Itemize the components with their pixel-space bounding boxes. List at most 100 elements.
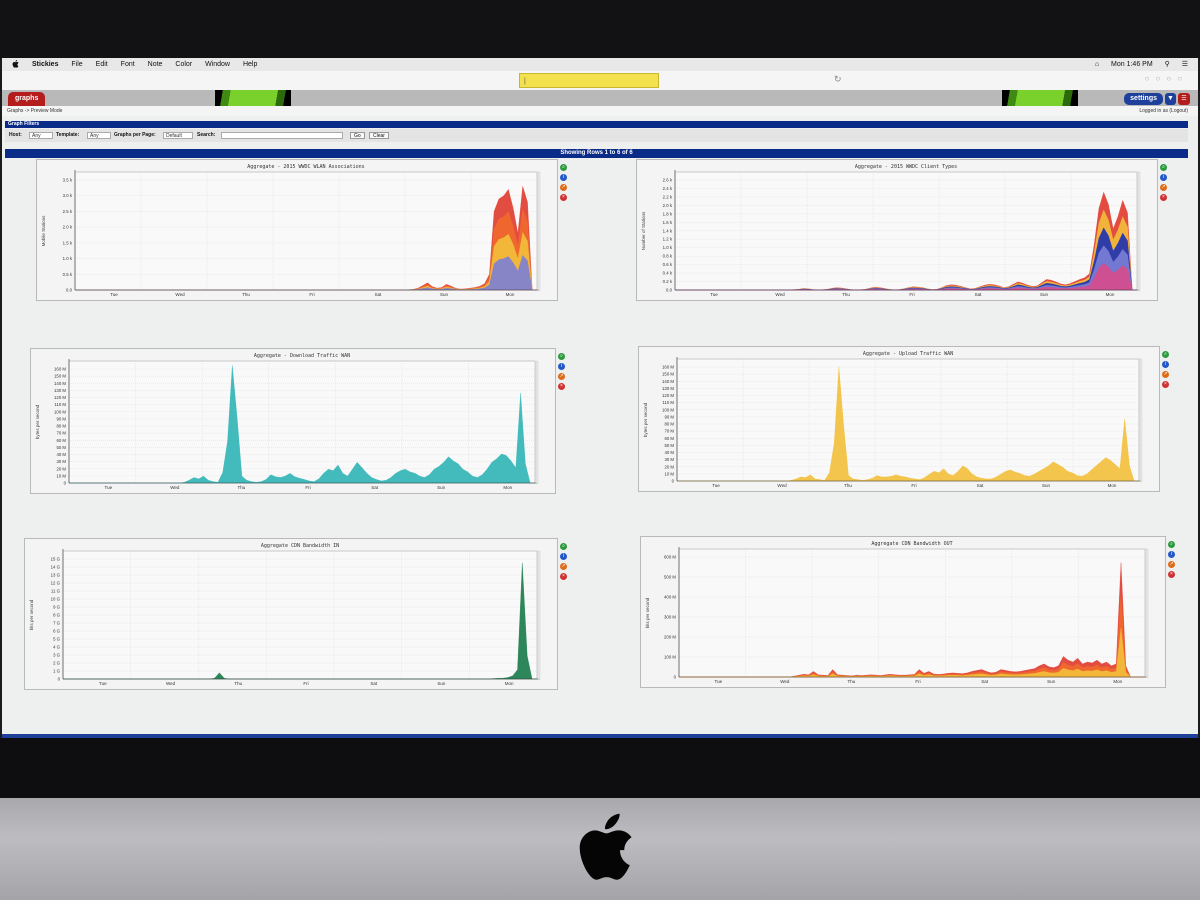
- zoom-icon[interactable]: ⌕: [558, 353, 565, 360]
- tab-graphs[interactable]: graphs: [8, 92, 46, 106]
- clear-button[interactable]: Clear: [369, 132, 389, 139]
- browser-toolbar: | ↻ ○○○○: [2, 71, 1198, 91]
- menu-bar: Stickies File Edit Font Note Color Windo…: [2, 58, 1198, 72]
- csv-export-icon[interactable]: ↗: [1162, 371, 1169, 378]
- chart-title: Aggregate CDN Bandwidth IN: [261, 543, 339, 549]
- template-select[interactable]: Any: [87, 132, 111, 139]
- menu-help[interactable]: Help: [243, 58, 257, 71]
- y-tick-label: 10 G: [51, 597, 61, 602]
- zoom-icon[interactable]: ⌕: [1168, 541, 1175, 548]
- x-tick-label: Wed: [775, 292, 785, 297]
- y-tick-label: 2.0 k: [663, 203, 673, 208]
- spotlight-icon[interactable]: ⚲: [1165, 61, 1170, 68]
- zoom-icon[interactable]: ⌕: [1162, 351, 1169, 358]
- chart-ylabel: Mobile Stations: [41, 215, 46, 247]
- graph-panel-download-traffic[interactable]: Aggregate - Download Traffic WAN bytes pe…: [30, 348, 565, 494]
- y-tick-label: 7 G: [53, 621, 61, 626]
- x-tick-label: Thu: [844, 483, 852, 488]
- chart-svg: Aggregate - Download Traffic WAN bytes pe…: [35, 353, 539, 490]
- menu-app-name[interactable]: Stickies: [32, 58, 58, 71]
- sticky-note[interactable]: |: [519, 73, 659, 88]
- y-tick-label: 0: [672, 479, 675, 484]
- chart-title: Aggregate CDN Bandwidth OUT: [871, 541, 952, 547]
- info-icon[interactable]: i: [1162, 361, 1169, 368]
- x-tick-label: Mon: [503, 485, 512, 490]
- y-tick-label: 30 M: [56, 459, 66, 464]
- search-input[interactable]: [221, 132, 343, 139]
- graph-panel-cdn-bandwidth-out[interactable]: Aggregate CDN Bandwidth OUT bits per seco…: [640, 536, 1175, 688]
- wifi-icon[interactable]: ⌂: [1095, 61, 1099, 68]
- breadcrumb[interactable]: Graphs -> Preview Mode: [7, 106, 62, 116]
- graph-filters-title: Graph Filters: [5, 121, 1188, 128]
- list-view-icon[interactable]: ☰: [1178, 93, 1190, 105]
- y-tick-label: 0.0: [66, 288, 73, 293]
- zoom-icon[interactable]: ⌕: [560, 164, 567, 171]
- y-tick-label: 130 M: [54, 388, 66, 393]
- graph-panel-wlan-associations[interactable]: Aggregate - 2015 WWDC WLAN Associations M…: [36, 159, 567, 301]
- remove-icon[interactable]: ×: [1162, 381, 1169, 388]
- x-tick-label: Sat: [975, 292, 983, 297]
- info-icon[interactable]: i: [1160, 174, 1167, 181]
- csv-export-icon[interactable]: ↗: [1160, 184, 1167, 191]
- csv-export-icon[interactable]: ↗: [1168, 561, 1175, 568]
- settings-button[interactable]: settings: [1124, 93, 1163, 105]
- remove-icon[interactable]: ×: [558, 383, 565, 390]
- menu-color[interactable]: Color: [175, 58, 192, 71]
- chart-title: Aggregate - 2015 WWDC WLAN Associations: [247, 164, 364, 170]
- monitor-bezel-top: [0, 0, 1200, 58]
- remove-icon[interactable]: ×: [1160, 194, 1167, 201]
- menu-edit[interactable]: Edit: [96, 58, 108, 71]
- csv-export-icon[interactable]: ↗: [560, 184, 567, 191]
- y-tick-label: 80 M: [56, 424, 66, 429]
- host-select[interactable]: Any: [29, 132, 53, 139]
- zoom-icon[interactable]: ⌕: [560, 543, 567, 550]
- reload-icon[interactable]: ↻: [834, 74, 842, 85]
- y-tick-label: 60 M: [56, 438, 66, 443]
- x-tick-label: Wed: [777, 483, 787, 488]
- x-tick-label: Sun: [1042, 483, 1051, 488]
- remove-icon[interactable]: ×: [560, 194, 567, 201]
- go-button[interactable]: Go: [350, 132, 365, 139]
- y-tick-label: 1.8 k: [663, 211, 673, 216]
- y-tick-label: 3 G: [53, 653, 61, 658]
- info-icon[interactable]: i: [560, 553, 567, 560]
- menu-file[interactable]: File: [71, 58, 82, 71]
- remove-icon[interactable]: ×: [1168, 571, 1175, 578]
- x-tick-label: Tue: [714, 679, 722, 684]
- x-tick-label: Thu: [234, 681, 242, 686]
- toolbar-icons[interactable]: ○○○○: [1145, 74, 1188, 83]
- login-status[interactable]: Logged in as (Logout): [1139, 106, 1188, 116]
- graph-panel-cdn-bandwidth-in[interactable]: Aggregate CDN Bandwidth IN bits per secon…: [24, 538, 567, 690]
- graph-panel-upload-traffic[interactable]: Aggregate - Upload Traffic WAN bytes per …: [638, 346, 1169, 492]
- tree-view-icon[interactable]: ▼: [1165, 93, 1176, 105]
- y-tick-label: 40 M: [664, 450, 674, 455]
- y-tick-label: 80 M: [664, 422, 674, 427]
- x-tick-label: Sat: [981, 679, 989, 684]
- x-tick-label: Thu: [842, 292, 850, 297]
- y-tick-label: 5 G: [53, 637, 61, 642]
- zoom-icon[interactable]: ⌕: [1160, 164, 1167, 171]
- y-tick-label: 120 M: [662, 393, 674, 398]
- chart-svg: Aggregate CDN Bandwidth OUT bits per seco…: [645, 541, 1149, 684]
- y-tick-label: 140 M: [662, 379, 674, 384]
- y-tick-label: 500 M: [664, 575, 676, 580]
- notification-center-icon[interactable]: ☰: [1182, 61, 1188, 68]
- y-tick-label: 10 M: [664, 471, 674, 476]
- info-icon[interactable]: i: [560, 174, 567, 181]
- csv-export-icon[interactable]: ↗: [560, 563, 567, 570]
- y-tick-label: 30 M: [664, 457, 674, 462]
- menu-window[interactable]: Window: [205, 58, 230, 71]
- csv-export-icon[interactable]: ↗: [558, 373, 565, 380]
- x-tick-label: Mon: [1113, 679, 1122, 684]
- menu-font[interactable]: Font: [121, 58, 135, 71]
- graphs-per-page-select[interactable]: Default: [163, 132, 193, 139]
- header-stripe-right: [1002, 90, 1078, 106]
- chart-ylabel: bits per second: [29, 599, 34, 630]
- info-icon[interactable]: i: [558, 363, 565, 370]
- remove-icon[interactable]: ×: [560, 573, 567, 580]
- x-tick-label: Tue: [104, 485, 112, 490]
- menu-clock[interactable]: Mon 1:46 PM: [1111, 61, 1153, 68]
- graph-panel-client-types[interactable]: Aggregate - 2015 WWDC Client Types Number…: [636, 159, 1167, 301]
- menu-note[interactable]: Note: [148, 58, 163, 71]
- info-icon[interactable]: i: [1168, 551, 1175, 558]
